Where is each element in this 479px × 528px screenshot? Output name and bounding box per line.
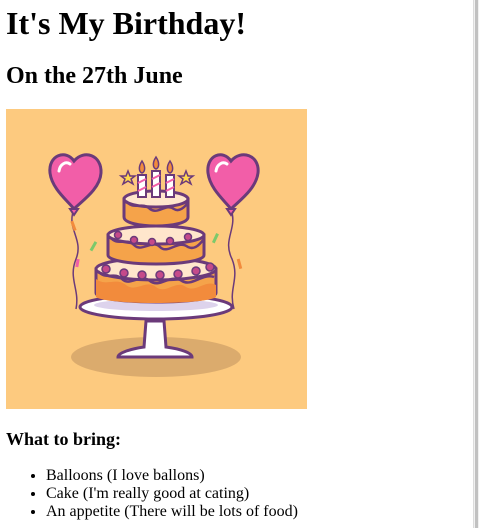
page-subtitle: On the 27th June [6, 63, 183, 89]
list-item: An appetite (There will be lots of food) [46, 503, 298, 521]
page-title: It's My Birthday! [6, 5, 246, 41]
page: It's My Birthday! On the 27th June What … [0, 0, 474, 528]
vertical-scrollbar[interactable] [473, 0, 479, 528]
list-item: Balloons (I love ballons) [46, 467, 298, 485]
balloon-left-icon [48, 153, 103, 310]
bring-list: Balloons (I love ballons) Cake (I'm real… [6, 467, 298, 521]
birthday-cake-image [6, 109, 307, 409]
bring-heading: What to bring: [6, 429, 122, 449]
list-item: Cake (I'm really good at cating) [46, 485, 298, 503]
scrollbar-thumb[interactable] [475, 0, 478, 528]
